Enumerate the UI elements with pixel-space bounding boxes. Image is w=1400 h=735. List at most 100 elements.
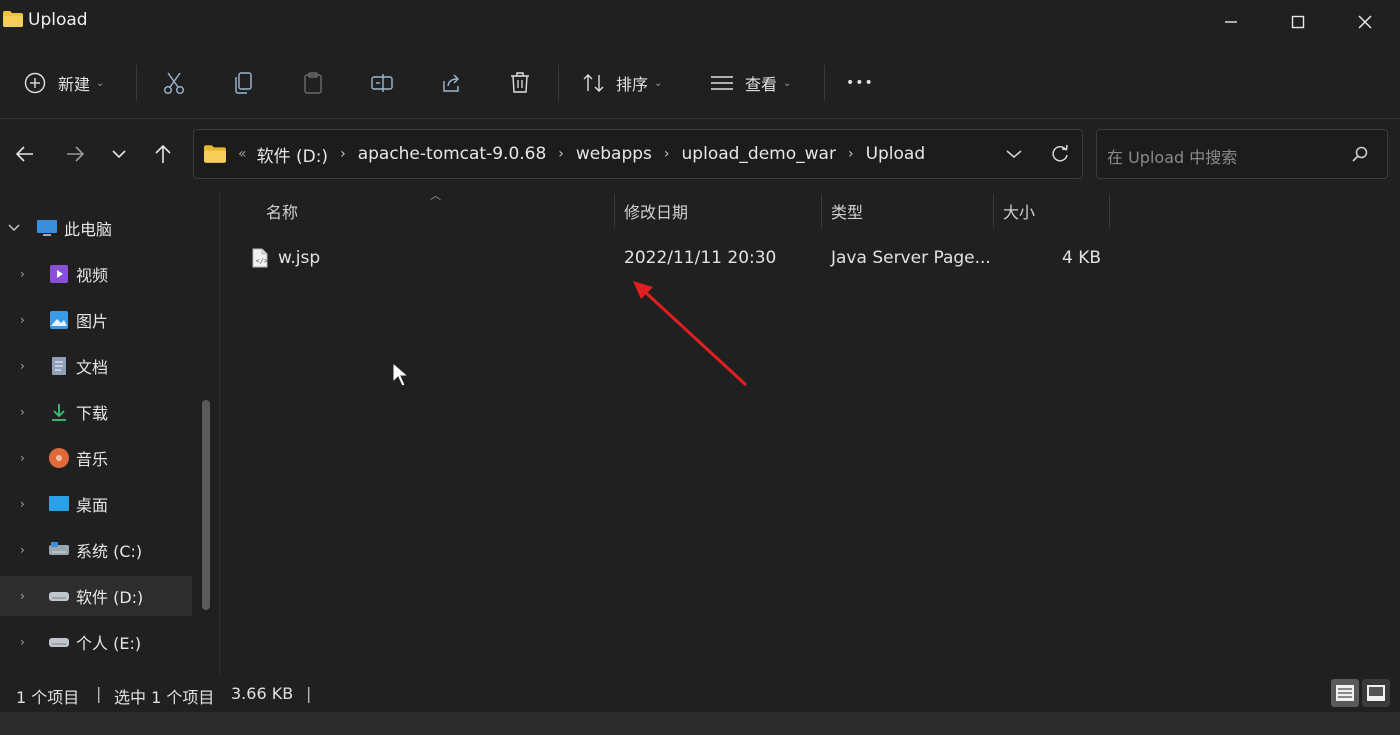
chevron-right-icon[interactable]: ›: [20, 313, 25, 327]
file-date: 2022/11/11 20:30: [624, 248, 777, 268]
column-header-type[interactable]: 类型: [831, 194, 863, 228]
minimize-button[interactable]: [1198, 0, 1264, 44]
sidebar-item-music[interactable]: › 音乐: [0, 438, 192, 478]
sidebar-item-label: 桌面: [76, 496, 109, 515]
file-row[interactable]: </> w.jsp 2022/11/11 20:30 Java Server P…: [244, 238, 1114, 278]
sidebar-item-drive-e[interactable]: › 个人 (E:): [0, 622, 192, 662]
breadcrumb-item[interactable]: apache-tomcat-9.0.68: [358, 144, 547, 164]
paste-button[interactable]: [302, 55, 324, 111]
back-button[interactable]: [10, 136, 40, 172]
sidebar-item-drive-d[interactable]: › 软件 (D:): [0, 576, 192, 616]
desktop-icon: [48, 493, 70, 515]
arrow-right-icon: [67, 146, 85, 162]
column-divider[interactable]: [1109, 194, 1110, 228]
sidebar-item-desktop[interactable]: › 桌面: [0, 484, 192, 524]
breadcrumb-separator-icon[interactable]: ›: [558, 146, 564, 162]
column-header-size[interactable]: 大小: [1003, 194, 1035, 228]
window-edge: [0, 712, 1400, 735]
window-title: Upload: [28, 10, 88, 30]
toolbar-divider: [558, 65, 559, 101]
chevron-right-icon[interactable]: ›: [20, 497, 25, 511]
sidebar-item-pictures[interactable]: › 图片: [0, 300, 192, 340]
share-button[interactable]: [440, 55, 462, 111]
refresh-button[interactable]: [1040, 130, 1080, 178]
view-button[interactable]: 查看 ⌄: [710, 55, 791, 111]
chevron-down-icon: [1006, 150, 1022, 158]
maximize-button[interactable]: [1265, 0, 1331, 44]
rename-button[interactable]: [370, 55, 394, 111]
paste-icon: [304, 72, 322, 94]
chevron-right-icon[interactable]: ›: [20, 359, 25, 373]
navigation-pane: 此电脑 › 视频 › 图片 › 文档 › 下载 › 音乐 › 桌面 › 系统 (…: [0, 190, 218, 670]
chevron-right-icon[interactable]: ›: [20, 543, 25, 557]
close-button[interactable]: [1332, 0, 1398, 44]
search-icon: [1352, 146, 1368, 162]
thumbnail-view-button[interactable]: [1362, 679, 1390, 707]
search-box[interactable]: 在 Upload 中搜索: [1096, 129, 1388, 179]
download-icon: [48, 401, 70, 423]
chevron-right-icon[interactable]: ›: [20, 405, 25, 419]
cut-button[interactable]: [163, 55, 185, 111]
details-view-button[interactable]: [1331, 679, 1359, 707]
drive-icon: [48, 631, 70, 653]
breadcrumb-overflow[interactable]: «: [238, 146, 247, 162]
chevron-right-icon[interactable]: ›: [20, 589, 25, 603]
delete-button[interactable]: [509, 55, 531, 111]
breadcrumb-separator-icon[interactable]: ›: [848, 146, 854, 162]
sidebar-item-label: 下载: [76, 404, 109, 423]
copy-button[interactable]: [233, 55, 255, 111]
column-header-name[interactable]: 名称: [266, 194, 298, 228]
sidebar-item-documents[interactable]: › 文档: [0, 346, 192, 386]
sidebar-item-label: 个人 (E:): [76, 634, 142, 653]
pane-divider[interactable]: [219, 190, 220, 675]
chevron-down-icon[interactable]: [8, 221, 20, 235]
sort-ascending-icon: ︿: [430, 189, 441, 202]
drive-icon: [48, 585, 70, 607]
breadcrumb-separator-icon[interactable]: ›: [664, 146, 670, 162]
refresh-icon: [1052, 144, 1068, 162]
sidebar-item-label: 软件 (D:): [76, 588, 144, 607]
column-header-date[interactable]: 修改日期: [624, 194, 688, 228]
search-input[interactable]: 在 Upload 中搜索: [1107, 144, 1237, 168]
chevron-right-icon[interactable]: ›: [20, 267, 25, 281]
file-explorer-window: Upload 新建 ⌄ 排序 ⌄ 查看 ⌄ ••• « 软件 (D:) › ap…: [0, 0, 1400, 712]
sidebar-item-this-pc[interactable]: 此电脑: [0, 208, 192, 248]
sidebar-item-videos[interactable]: › 视频: [0, 254, 192, 294]
sidebar-item-label: 文档: [76, 358, 109, 377]
column-divider[interactable]: [614, 194, 615, 228]
breadcrumb-item[interactable]: webapps: [576, 144, 652, 164]
address-dropdown-button[interactable]: [994, 130, 1034, 178]
column-divider[interactable]: [821, 194, 822, 228]
breadcrumb-item[interactable]: 软件 (D:): [257, 142, 329, 167]
new-button[interactable]: 新建 ⌄: [24, 55, 104, 111]
maximize-icon: [1291, 15, 1305, 29]
sidebar-item-system-drive[interactable]: › 系统 (C:): [0, 530, 192, 570]
breadcrumb-separator-icon[interactable]: ›: [340, 146, 346, 162]
chevron-right-icon[interactable]: ›: [20, 635, 25, 649]
status-divider: |: [306, 684, 312, 703]
close-icon: [1358, 15, 1372, 29]
file-type: Java Server Page...: [831, 248, 991, 268]
address-bar[interactable]: « 软件 (D:) › apache-tomcat-9.0.68 › webapps › u…: [193, 129, 1083, 179]
up-button[interactable]: [148, 136, 178, 172]
trash-icon: [511, 72, 529, 93]
recent-locations-button[interactable]: [104, 136, 134, 172]
sidebar-scrollbar[interactable]: [202, 400, 210, 610]
forward-button[interactable]: [60, 136, 90, 172]
sort-icon: [583, 74, 604, 92]
jsp-file-icon: </>: [252, 238, 268, 278]
sidebar-item-downloads[interactable]: › 下载: [0, 392, 192, 432]
chevron-down-icon: ⌄: [96, 77, 105, 89]
new-label: 新建: [58, 75, 91, 94]
column-divider[interactable]: [993, 194, 994, 228]
chevron-down-icon: ⌄: [654, 77, 663, 89]
command-bar: 新建 ⌄ 排序 ⌄ 查看 ⌄ •••: [0, 55, 1400, 111]
chevron-right-icon[interactable]: ›: [20, 451, 25, 465]
details-view-icon: [1336, 685, 1354, 701]
sort-button[interactable]: 排序 ⌄: [582, 55, 662, 111]
video-icon: [48, 263, 70, 285]
breadcrumb-item[interactable]: Upload: [866, 144, 926, 164]
rename-icon: [371, 74, 393, 92]
more-options-button[interactable]: •••: [846, 55, 874, 111]
breadcrumb-item[interactable]: upload_demo_war: [682, 144, 836, 164]
